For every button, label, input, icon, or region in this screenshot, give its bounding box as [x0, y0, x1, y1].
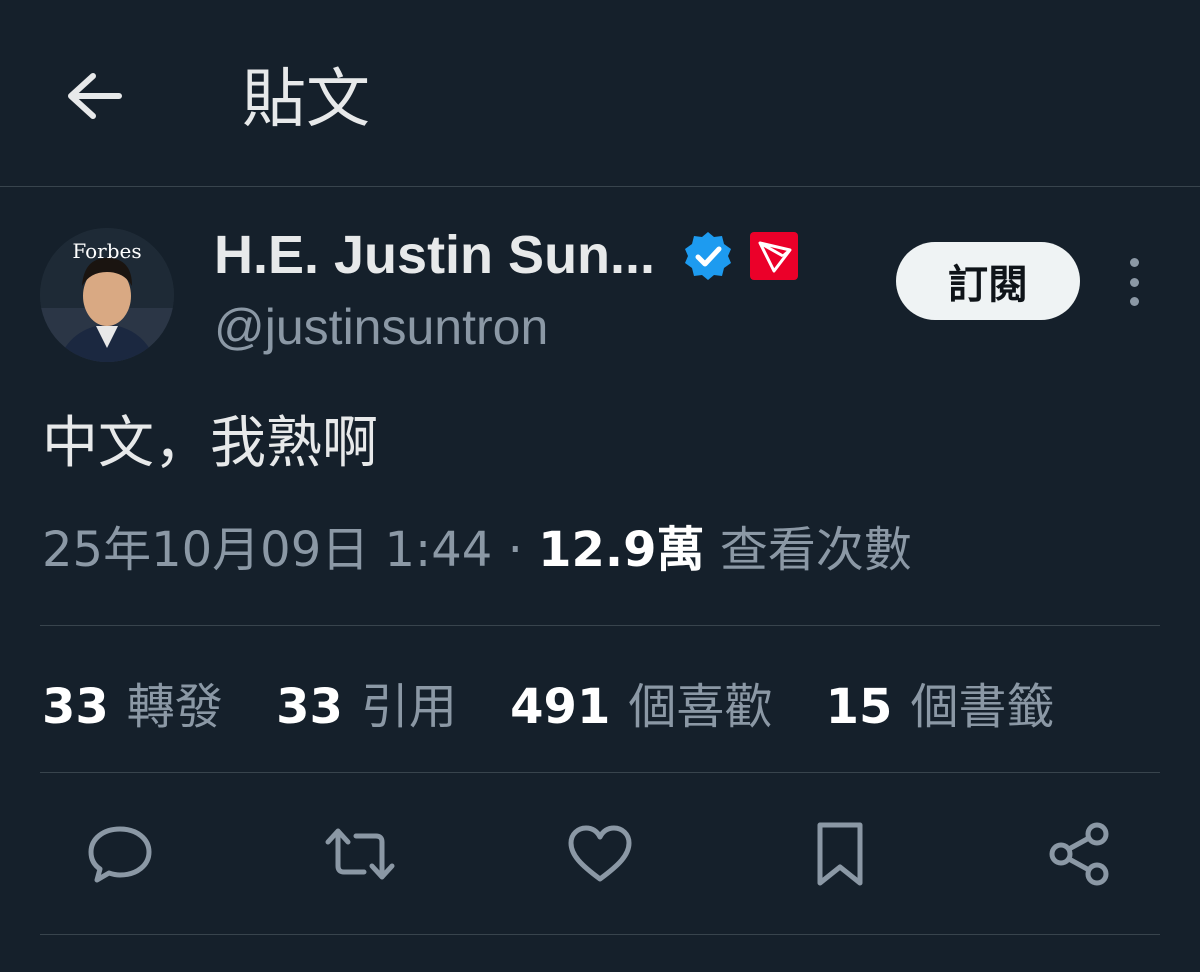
bookmark-icon: [817, 822, 863, 886]
bookmark-button[interactable]: [804, 818, 876, 890]
top-bar: 貼文: [0, 0, 1200, 186]
engagement-stats: 33 轉發 33 引用 491 個喜歡 15 個書籤: [42, 676, 1092, 738]
more-dot: [1129, 277, 1139, 287]
views-count: 12.9萬: [538, 522, 705, 578]
verified-badge-icon: [685, 232, 731, 280]
more-vertical-icon: [1129, 258, 1139, 267]
stat-count: 15: [825, 679, 893, 735]
stat-label: 個喜歡: [628, 679, 773, 735]
tweet-time[interactable]: 1:44: [385, 522, 493, 578]
reply-icon: [88, 826, 152, 883]
meta-divider: [40, 625, 1160, 626]
like-button[interactable]: [564, 818, 636, 890]
avatar-forbes-text: Forbes: [72, 239, 141, 263]
stat-count: 491: [510, 679, 611, 735]
header-divider: [0, 186, 1200, 187]
reply-button[interactable]: [84, 818, 156, 890]
stat-count: 33: [42, 679, 109, 735]
stats-divider: [40, 772, 1160, 773]
subscribe-button[interactable]: 訂閱: [896, 242, 1080, 320]
arrow-left-icon: [68, 73, 122, 119]
retweet-button[interactable]: [324, 818, 396, 890]
stat-retweets[interactable]: 33 轉發: [42, 676, 223, 738]
retweet-icon: [325, 828, 395, 880]
meta-separator: ·: [507, 522, 523, 578]
back-button[interactable]: [62, 64, 126, 128]
author-display-name[interactable]: H.E. Justin Sun...: [214, 222, 655, 288]
stat-label: 轉發: [126, 679, 223, 735]
more-dot: [1129, 297, 1139, 306]
more-options-button[interactable]: [1114, 254, 1154, 310]
avatar-image: Forbes: [40, 228, 174, 362]
share-button[interactable]: [1044, 818, 1116, 890]
share-icon: [1049, 822, 1109, 886]
avatar[interactable]: Forbes: [40, 228, 174, 362]
stat-label: 引用: [360, 679, 457, 735]
stat-label: 個書籤: [910, 679, 1055, 735]
tweet-date[interactable]: 25年10月09日: [42, 522, 369, 578]
stat-bookmarks[interactable]: 15 個書籤: [826, 676, 1055, 738]
like-icon: [568, 825, 632, 882]
stat-likes[interactable]: 491 個喜歡: [510, 676, 772, 738]
tweet-text: 中文，我熟啊: [42, 411, 378, 476]
tweet-meta: 25年10月09日 1:44 · 12.9萬 查看次數: [42, 518, 912, 582]
tron-logo-icon[interactable]: [750, 232, 798, 280]
page-title: 貼文: [242, 63, 370, 137]
views-label: 查看次數: [719, 522, 912, 578]
stat-quotes[interactable]: 33 引用: [276, 676, 457, 738]
author-handle[interactable]: @justinsuntron: [214, 296, 548, 358]
bottom-divider: [40, 934, 1160, 935]
stat-count: 33: [276, 679, 343, 735]
